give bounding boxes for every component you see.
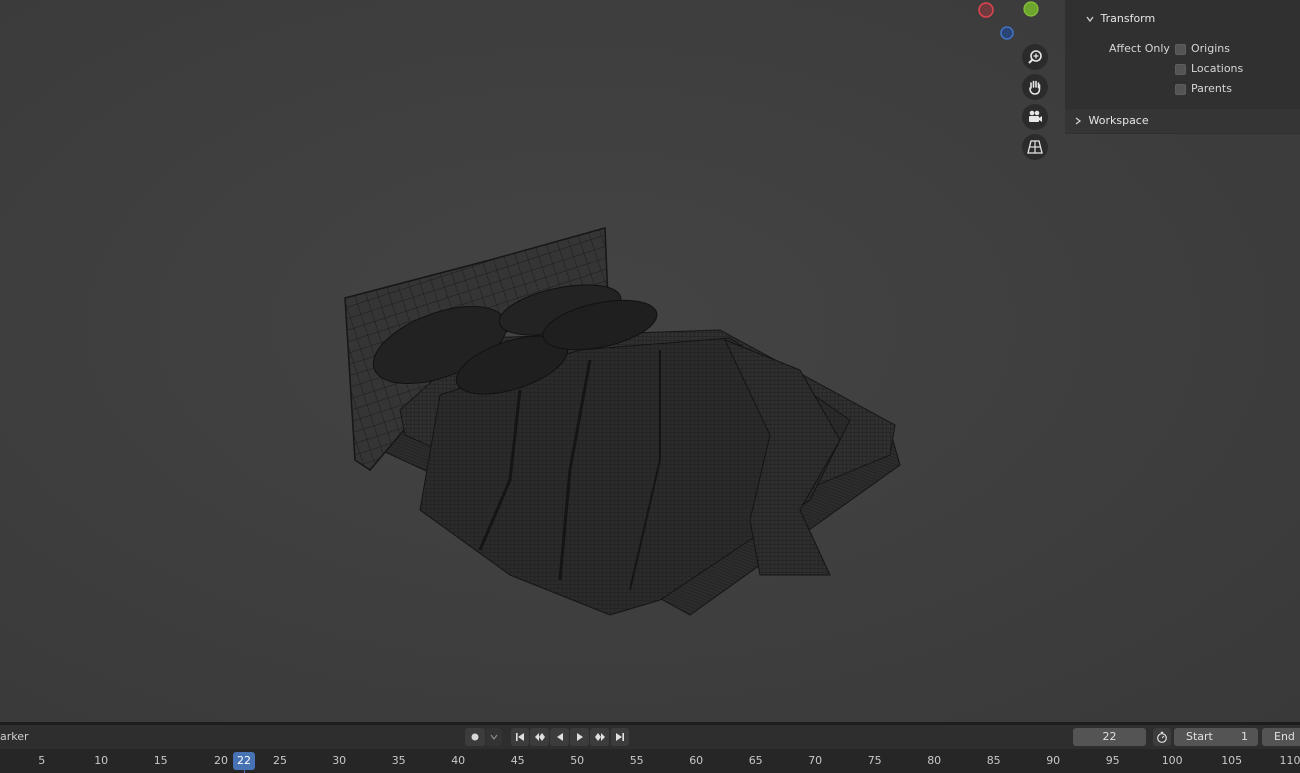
jump-keyframe-prev-button[interactable] (530, 728, 549, 746)
chevron-right-icon (1075, 117, 1082, 125)
use-preview-range-button[interactable] (1153, 728, 1171, 746)
origins-label: Origins (1191, 42, 1230, 55)
start-label: Start (1186, 730, 1213, 743)
transform-label: Transform (1100, 12, 1156, 25)
jump-start-icon (516, 733, 524, 741)
ruler-tick-label: 75 (867, 754, 882, 767)
gizmo-z-axis (1000, 26, 1014, 40)
ruler-tick-label: 80 (927, 754, 942, 767)
origins-checkbox[interactable]: Origins (1175, 40, 1230, 58)
start-frame-field[interactable]: Start 1 (1174, 728, 1258, 746)
jump-start-button[interactable] (511, 728, 529, 746)
ruler-tick-label: 95 (1105, 754, 1120, 767)
ruler-tick-label: 85 (986, 754, 1001, 767)
ruler-tick-label: 55 (629, 754, 644, 767)
marker-menu[interactable]: arker (0, 725, 29, 749)
chevron-down-icon (1086, 16, 1094, 23)
locations-checkbox[interactable]: Locations (1175, 60, 1243, 78)
ruler-tick-label: 45 (510, 754, 525, 767)
orientation-gizmo[interactable] (970, 0, 1040, 45)
ruler-tick-label: 20 (214, 754, 228, 767)
ruler-tick-label: 40 (451, 754, 466, 767)
ruler-tick-label: 65 (748, 754, 763, 767)
camera-icon[interactable] (1022, 104, 1048, 130)
ruler-tick-label: 35 (391, 754, 406, 767)
perspective-grid-icon[interactable] (1022, 134, 1048, 160)
ruler-tick-label: 15 (153, 754, 168, 767)
chevron-down-icon (490, 734, 498, 740)
options-panel: Transform Affect Only Origins Locations … (1065, 0, 1300, 134)
checkbox-box[interactable] (1175, 63, 1186, 75)
checkbox-box[interactable] (1175, 83, 1186, 95)
record-icon (471, 733, 479, 741)
locations-label: Locations (1191, 62, 1244, 75)
stopwatch-icon (1157, 731, 1167, 743)
jump-end-button[interactable] (611, 728, 629, 746)
gizmo-x-axis (978, 2, 994, 18)
ruler-tick-label: 105 (1221, 754, 1243, 767)
affect-only-label: Affect Only (1109, 42, 1170, 55)
next-keyframe-icon (594, 733, 605, 741)
current-frame-field[interactable]: 22 (1073, 728, 1146, 746)
transform-header[interactable]: Transform (1065, 7, 1300, 31)
pan-hand-icon[interactable] (1022, 74, 1048, 100)
ruler-tick-label: 100 (1161, 754, 1183, 767)
auto-keying-button[interactable] (465, 728, 485, 746)
ruler-tick-label: 110 (1279, 754, 1300, 767)
workspace-header[interactable]: Workspace (1065, 109, 1300, 133)
end-frame-field[interactable]: End (1262, 728, 1300, 746)
checkbox-box[interactable] (1175, 43, 1186, 55)
bed-wireframe-model[interactable] (330, 220, 910, 630)
parents-checkbox[interactable]: Parents (1175, 80, 1232, 98)
workspace-label: Workspace (1088, 114, 1149, 127)
start-value: 1 (1241, 730, 1248, 743)
playhead-frame-indicator[interactable]: 22 (233, 752, 255, 770)
jump-end-icon (616, 733, 624, 741)
ruler-tick-label: 70 (808, 754, 823, 767)
ruler-tick-label: 5 (38, 754, 46, 767)
ruler-tick-label: 60 (689, 754, 704, 767)
ruler-tick-label: 50 (570, 754, 585, 767)
timeline-ruler[interactable]: 110 105 100 95 90 85 80 75 70 65 60 55 50 45 40 35 30 25 2… (0, 749, 1300, 773)
timeline-header: arker 22 Start 1 End (0, 725, 1300, 749)
ruler-tick-label: 10 (94, 754, 109, 767)
play-icon (576, 733, 583, 741)
parents-label: Parents (1191, 82, 1232, 95)
prev-keyframe-icon (534, 733, 545, 741)
ruler-tick-label: 90 (1046, 754, 1061, 767)
zoom-icon[interactable] (1022, 44, 1048, 70)
ruler-tick-label: 25 (273, 754, 287, 767)
play-reverse-button[interactable] (550, 728, 569, 746)
play-button[interactable] (570, 728, 589, 746)
play-reverse-icon (556, 733, 563, 741)
gizmo-y-axis (1023, 1, 1039, 17)
keying-dropdown[interactable] (486, 728, 502, 746)
jump-keyframe-next-button[interactable] (590, 728, 609, 746)
ruler-tick-label: 30 (332, 754, 347, 767)
end-label: End (1274, 730, 1295, 743)
